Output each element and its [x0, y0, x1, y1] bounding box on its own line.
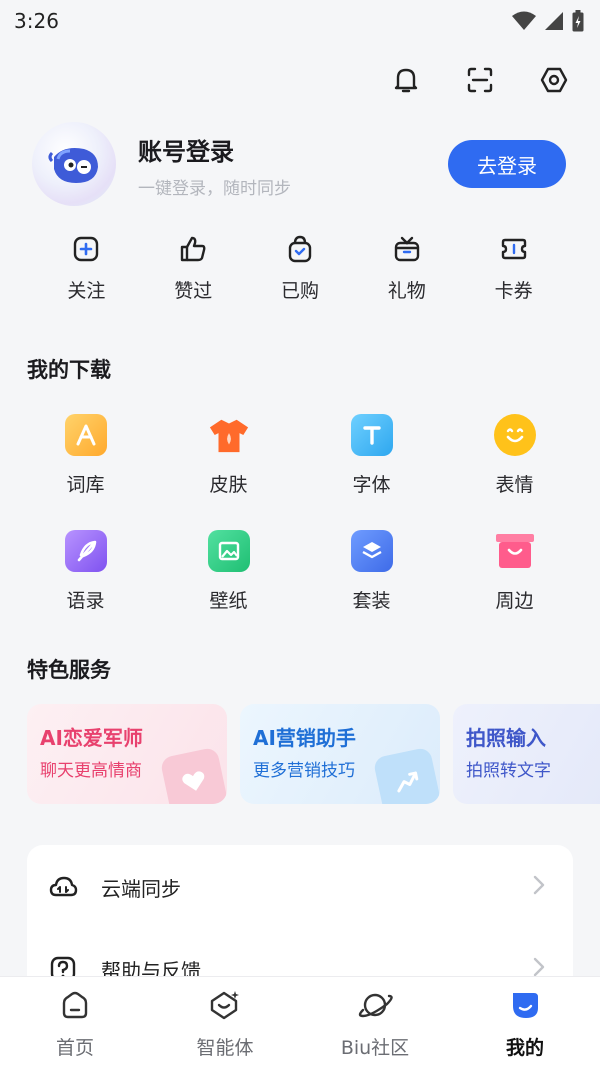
download-item-skin[interactable]: 皮肤 [157, 414, 300, 497]
service-card-love-advisor[interactable]: AI恋爱军师 聊天更高情商 [27, 704, 227, 804]
dictionary-icon [64, 414, 107, 456]
agent-icon [207, 987, 243, 1023]
nav-item-label: 智能体 [196, 1037, 254, 1059]
top-actions [388, 62, 572, 98]
profile-header: 账号登录 一键登录，随时同步 去登录 [32, 122, 572, 208]
quick-item-purchased[interactable]: 已购 [247, 232, 354, 303]
download-item-label: 字体 [352, 474, 391, 496]
merch-box-icon [494, 530, 536, 572]
wifi-icon [512, 11, 536, 30]
download-item-wallpaper[interactable]: 壁纸 [157, 530, 300, 613]
nav-item-label: 我的 [505, 1037, 544, 1059]
home-icon [57, 987, 93, 1023]
download-item-bundle[interactable]: 套装 [300, 530, 443, 613]
services-title: 特色服务 [27, 658, 111, 682]
quick-item-label: 关注 [67, 280, 106, 302]
download-item-quotes[interactable]: 语录 [14, 530, 157, 613]
downloads-title: 我的下载 [27, 358, 111, 382]
service-card-subtitle: 聊天更高情商 [40, 761, 142, 781]
settings-item-cloud-sync[interactable]: 云端同步 [27, 862, 573, 912]
downloads-grid-row-2: 语录 壁纸 套装 周边 [14, 530, 586, 613]
download-item-label: 词库 [66, 474, 105, 496]
avatar[interactable] [32, 122, 116, 206]
download-item-merch[interactable]: 周边 [443, 530, 586, 613]
login-button[interactable]: 去登录 [448, 140, 566, 188]
scan-icon[interactable] [462, 62, 498, 98]
gift-icon [390, 232, 424, 266]
quick-item-label: 已购 [280, 280, 319, 302]
thumbs-up-icon [176, 232, 210, 266]
nav-item-community[interactable]: Biu社区 [300, 977, 450, 1066]
service-card-subtitle: 更多营销技巧 [253, 761, 355, 781]
service-card-marketing[interactable]: AI营销助手 更多营销技巧 [240, 704, 440, 804]
chevron-right-icon [533, 875, 545, 900]
settings-icon[interactable] [536, 62, 572, 98]
download-item-label: 周边 [495, 590, 534, 612]
service-card-title: AI营销助手 [253, 726, 356, 750]
nav-item-home[interactable]: 首页 [0, 977, 150, 1066]
downloads-grid-row-1: 词库 皮肤 字体 表情 [14, 414, 586, 497]
quick-item-label: 赞过 [174, 280, 213, 302]
emoji-icon [493, 414, 536, 456]
download-item-label: 皮肤 [209, 474, 248, 496]
download-item-label: 语录 [66, 590, 105, 612]
battery-icon [572, 10, 584, 32]
quick-item-gift[interactable]: 礼物 [353, 232, 460, 303]
mascot-icon [48, 148, 98, 183]
quick-item-coupon[interactable]: 卡券 [460, 232, 567, 303]
quick-item-label: 卡券 [494, 280, 533, 302]
nav-item-label: Biu社区 [340, 1037, 410, 1059]
download-item-label: 壁纸 [209, 590, 248, 612]
service-card-title: 拍照输入 [466, 726, 546, 750]
bundle-layers-icon [350, 530, 393, 572]
heart-icon [159, 746, 227, 804]
download-item-dictionary[interactable]: 词库 [14, 414, 157, 497]
download-item-label: 套装 [352, 590, 391, 612]
cloud-sync-icon [47, 871, 79, 903]
me-icon [507, 987, 543, 1023]
service-card-photo-input[interactable]: 拍照输入 拍照转文字 [453, 704, 600, 804]
status-time: 3:26 [14, 9, 59, 33]
status-bar: 3:26 [0, 0, 600, 42]
download-item-label: 表情 [495, 474, 534, 496]
planet-icon [357, 987, 393, 1023]
nav-item-label: 首页 [55, 1037, 94, 1059]
skin-shirt-icon [208, 414, 250, 456]
settings-item-label: 云端同步 [101, 876, 181, 901]
status-icons [512, 10, 584, 32]
quick-item-label: 礼物 [387, 280, 426, 302]
wallpaper-icon [207, 530, 250, 572]
bottom-nav: 首页 智能体 Biu社区 我的 [0, 976, 600, 1066]
service-card-subtitle: 拍照转文字 [466, 761, 551, 781]
plus-square-icon [69, 232, 103, 266]
quick-actions: 关注 赞过 已购 礼物 卡券 [33, 232, 567, 303]
font-icon [350, 414, 393, 456]
download-item-emoji[interactable]: 表情 [443, 414, 586, 497]
nav-item-agent[interactable]: 智能体 [150, 977, 300, 1066]
notification-bell-icon[interactable] [388, 62, 424, 98]
quote-feather-icon [64, 530, 107, 572]
ticket-icon [497, 232, 531, 266]
purchased-bag-icon [283, 232, 317, 266]
profile-subtitle: 一键登录，随时同步 [138, 179, 291, 199]
profile-title[interactable]: 账号登录 [138, 132, 234, 167]
nav-item-me[interactable]: 我的 [450, 977, 600, 1066]
service-card-title: AI恋爱军师 [40, 726, 143, 750]
services-carousel[interactable]: AI恋爱军师 聊天更高情商 AI营销助手 更多营销技巧 拍照输入 拍照转文字 [27, 704, 600, 804]
signal-icon [545, 12, 563, 30]
trend-up-icon [372, 746, 440, 804]
quick-item-liked[interactable]: 赞过 [140, 232, 247, 303]
download-item-font[interactable]: 字体 [300, 414, 443, 497]
quick-item-follow[interactable]: 关注 [33, 232, 140, 303]
